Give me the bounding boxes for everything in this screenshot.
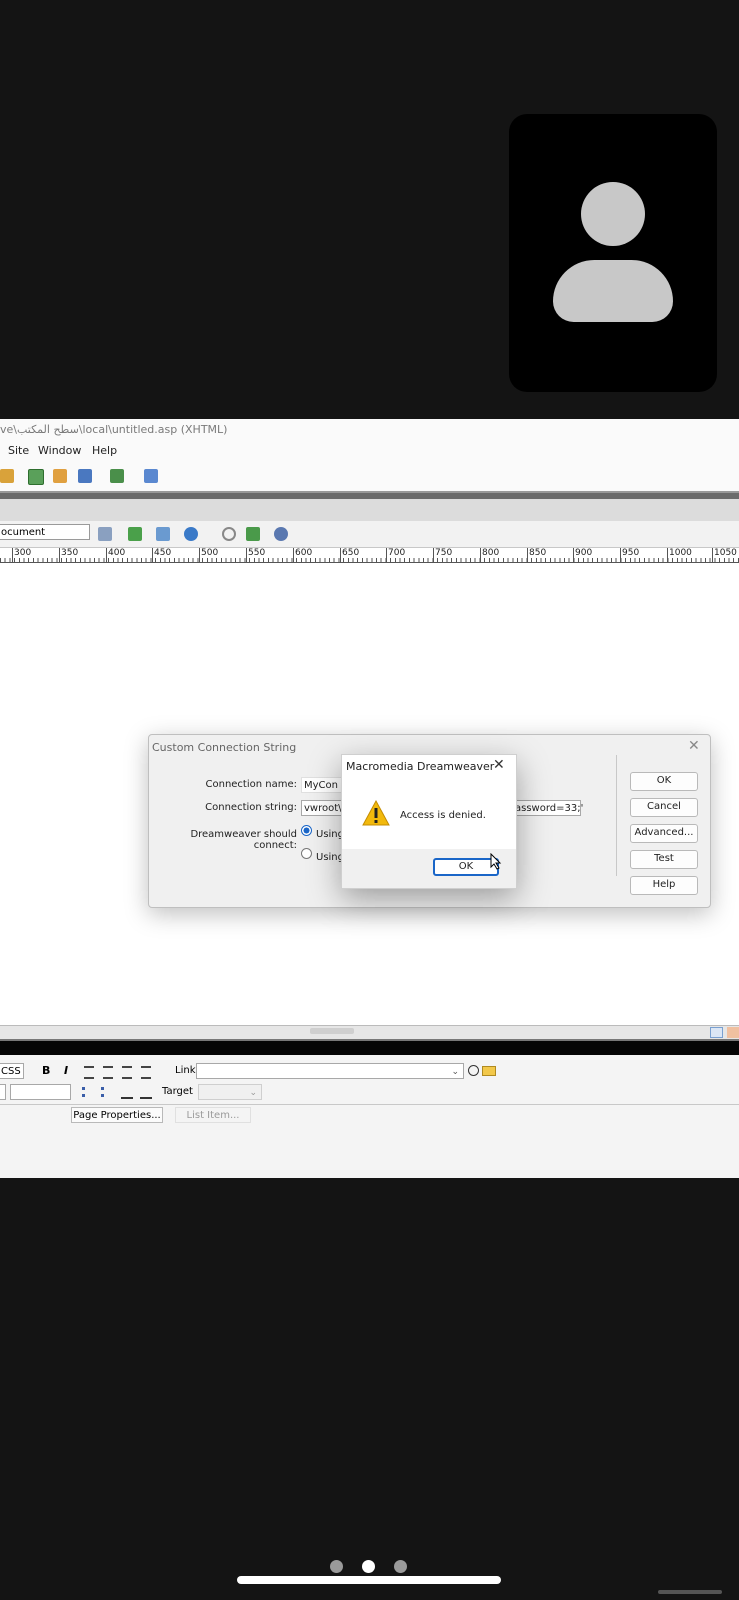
window-title: ve\سطح المكتب\local\untitled.asp (XHTML) <box>0 419 739 441</box>
ruler: 300 350 400 450 500 550 600 650 700 750 … <box>0 548 739 563</box>
document-toolbar <box>0 521 739 548</box>
preview-icon[interactable] <box>144 469 158 483</box>
page-dot-1[interactable] <box>330 1560 343 1573</box>
alert-title: Macromedia Dreamweaver <box>346 760 495 773</box>
ruler-label: 750 <box>433 548 452 562</box>
align-center-icon[interactable] <box>103 1066 113 1079</box>
radio-server-label: Using <box>316 852 344 863</box>
ordered-list-icon[interactable] <box>101 1087 116 1097</box>
menu-site[interactable]: Site <box>8 441 29 461</box>
warning-icon <box>362 800 390 826</box>
page-dot-2-active[interactable] <box>362 1560 375 1573</box>
globe-icon[interactable] <box>184 527 198 541</box>
css-style-select[interactable]: CSS <box>0 1063 24 1079</box>
dialog-title: Custom Connection String <box>152 741 297 754</box>
ruler-label: 1050 <box>712 548 737 562</box>
ok-button[interactable]: OK <box>630 772 698 791</box>
point-to-file-icon[interactable] <box>468 1065 479 1076</box>
chevron-down-icon[interactable]: ⌄ <box>451 1064 459 1080</box>
mouse-cursor-icon <box>490 853 502 870</box>
ruler-label: 650 <box>340 548 359 562</box>
secondary-indicator <box>658 1590 722 1594</box>
panel-collapse-handle[interactable] <box>310 1028 354 1034</box>
ruler-label: 850 <box>527 548 546 562</box>
ruler-label: 900 <box>573 548 592 562</box>
template-icon[interactable] <box>110 469 124 483</box>
ruler-label: 600 <box>293 548 312 562</box>
home-indicator[interactable] <box>237 1576 501 1584</box>
menu-bar: Site Window Help <box>0 441 739 461</box>
chevron-down-icon[interactable]: ⌄ <box>249 1085 257 1101</box>
avatar-head-icon <box>581 182 645 246</box>
ruler-label: 400 <box>106 548 125 562</box>
format-select[interactable] <box>0 1084 6 1100</box>
hand-tool-icon[interactable] <box>727 1027 739 1038</box>
connect-label: Dreamweaver should connect: <box>190 829 297 851</box>
unordered-list-icon[interactable] <box>82 1087 97 1097</box>
server-behavior-icon[interactable] <box>53 469 67 483</box>
avatar-body-icon <box>553 260 673 322</box>
target-select[interactable]: ⌄ <box>198 1084 262 1100</box>
ruler-label: 800 <box>480 548 499 562</box>
panel-separator <box>0 1104 739 1105</box>
ruler-label: 300 <box>12 548 31 562</box>
ruler-label: 1000 <box>667 548 692 562</box>
insert-object-icon[interactable] <box>0 469 14 483</box>
folder-icon[interactable] <box>482 1066 496 1076</box>
dialog-divider <box>616 755 617 876</box>
bold-button[interactable]: B <box>42 1064 50 1077</box>
connection-string-label: Connection string: <box>205 802 297 813</box>
alert-message: Access is denied. <box>400 810 486 821</box>
outdent-icon[interactable] <box>121 1087 133 1099</box>
link-input[interactable]: ⌄ <box>196 1063 464 1079</box>
help-button[interactable]: Help <box>630 876 698 895</box>
connection-string-tail[interactable]: assword=33;' <box>513 800 583 816</box>
file-management-icon[interactable] <box>128 527 142 541</box>
menu-window[interactable]: Window <box>38 441 81 461</box>
status-bar <box>0 1025 739 1040</box>
size-input[interactable] <box>10 1084 71 1100</box>
ruler-label: 950 <box>620 548 639 562</box>
ruler-label: 450 <box>152 548 171 562</box>
access-denied-alert: Macromedia Dreamweaver ✕ Access is denie… <box>341 754 517 889</box>
refresh-icon[interactable] <box>222 527 236 541</box>
cancel-button[interactable]: Cancel <box>630 798 698 817</box>
close-icon[interactable]: ✕ <box>493 757 505 773</box>
indent-icon[interactable] <box>140 1087 152 1099</box>
radio-driver-label: Using <box>316 829 344 840</box>
insert-toolbar <box>0 461 739 491</box>
menu-help[interactable]: Help <box>92 441 117 461</box>
link-label: Link <box>175 1065 196 1076</box>
ruler-label: 350 <box>59 548 78 562</box>
ruler-label: 550 <box>246 548 265 562</box>
properties-panel: CSS B I Link ⌄ Target ⌄ Page Properties.… <box>0 1055 739 1178</box>
align-right-icon[interactable] <box>122 1066 132 1079</box>
close-icon[interactable]: ✕ <box>688 738 700 754</box>
target-label: Target <box>162 1086 193 1097</box>
connection-name-label: Connection name: <box>205 779 298 790</box>
pointer-tool-icon[interactable] <box>710 1027 723 1038</box>
list-item-button[interactable]: List Item... <box>175 1107 251 1123</box>
ruler-label: 700 <box>386 548 405 562</box>
radio-driver-on-server[interactable] <box>301 848 312 859</box>
justify-icon[interactable] <box>141 1066 151 1079</box>
upload-icon[interactable] <box>156 527 170 541</box>
radio-driver-on-machine[interactable] <box>301 825 312 836</box>
page-dot-3[interactable] <box>394 1560 407 1573</box>
view-options-icon[interactable] <box>246 527 260 541</box>
comment-icon[interactable] <box>78 469 92 483</box>
validate-icon[interactable] <box>98 527 112 541</box>
ruler-label: 500 <box>199 548 218 562</box>
participant-tile[interactable] <box>509 114 717 392</box>
italic-button[interactable]: I <box>64 1064 68 1077</box>
panel-gap <box>0 499 739 521</box>
calendar-icon[interactable] <box>28 469 44 485</box>
document-title-input[interactable]: ocument <box>0 524 90 540</box>
align-left-icon[interactable] <box>84 1066 94 1079</box>
test-button[interactable]: Test <box>630 850 698 869</box>
advanced-button[interactable]: Advanced... <box>630 824 698 843</box>
page-properties-button[interactable]: Page Properties... <box>71 1107 163 1123</box>
visual-aids-icon[interactable] <box>274 527 288 541</box>
